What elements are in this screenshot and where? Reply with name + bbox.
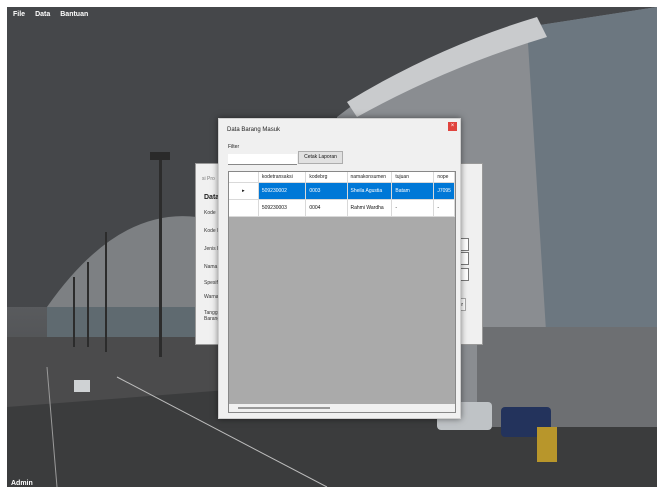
filter-input[interactable] <box>228 154 297 165</box>
background-form-title: si Pro <box>202 176 215 182</box>
table-cell[interactable]: Batam <box>391 182 435 200</box>
column-header[interactable]: kodebrg <box>305 172 348 183</box>
table-cell[interactable]: J7095 <box>433 182 455 200</box>
column-header[interactable]: kodetransaksi <box>258 172 307 183</box>
background-form-label: Kode I <box>204 228 219 234</box>
table-cell[interactable]: 0003 <box>305 182 348 200</box>
close-button[interactable]: × <box>448 122 457 131</box>
dialog-title: Data Barang Masuk <box>227 127 281 133</box>
menu-data[interactable]: Data <box>35 7 50 23</box>
grid-table: kodetransaksi kodebrg namakonsumen tujua… <box>229 172 455 217</box>
table-cell[interactable]: Rahmi Wardha <box>347 199 393 217</box>
table-cell[interactable]: - <box>391 199 435 217</box>
menu-file[interactable]: File <box>13 7 25 23</box>
table-cell[interactable]: - <box>433 199 455 217</box>
row-header-corner <box>229 172 259 183</box>
scrollbar-thumb[interactable] <box>238 407 330 409</box>
background-form-label: Kode <box>204 210 216 216</box>
column-header[interactable]: namakonsumen <box>347 172 393 183</box>
column-header[interactable]: tujuan <box>391 172 435 183</box>
filter-label: Filter <box>228 144 240 150</box>
column-header[interactable]: nope <box>433 172 455 183</box>
background-form-label: Spesifi <box>204 280 220 286</box>
background-form-label: Nama <box>204 264 218 270</box>
horizontal-scrollbar[interactable] <box>229 404 455 412</box>
menu-bantuan[interactable]: Bantuan <box>60 7 88 23</box>
table-row[interactable]: ▸ 509230002 0003 Sheila Agustia Batam J7… <box>229 182 455 200</box>
row-header[interactable] <box>229 199 259 217</box>
data-barang-masuk-dialog: Data Barang Masuk × Filter Cetak Laporan… <box>218 118 461 419</box>
table-cell[interactable]: 509230003 <box>258 199 307 217</box>
background-form-label: Jenis I <box>204 246 219 252</box>
background-form-header: Data <box>204 194 220 201</box>
grid-header-row: kodetransaksi kodebrg namakonsumen tujua… <box>229 172 455 183</box>
print-report-button[interactable]: Cetak Laporan <box>298 151 343 164</box>
table-cell[interactable]: 0004 <box>305 199 348 217</box>
row-indicator-icon: ▸ <box>229 182 259 200</box>
status-user: Admin <box>11 480 33 487</box>
table-cell[interactable]: 509230002 <box>258 182 307 200</box>
table-row[interactable]: 509230003 0004 Rahmi Wardha - - <box>229 199 455 217</box>
menu-bar: File Data Bantuan <box>7 7 88 23</box>
table-cell[interactable]: Sheila Agustia <box>347 182 393 200</box>
data-grid[interactable]: kodetransaksi kodebrg namakonsumen tujua… <box>228 171 456 413</box>
background-form-label: Warna <box>204 294 219 300</box>
desktop-screen: File Data Bantuan si Pro Data Kode Kode … <box>7 7 657 487</box>
